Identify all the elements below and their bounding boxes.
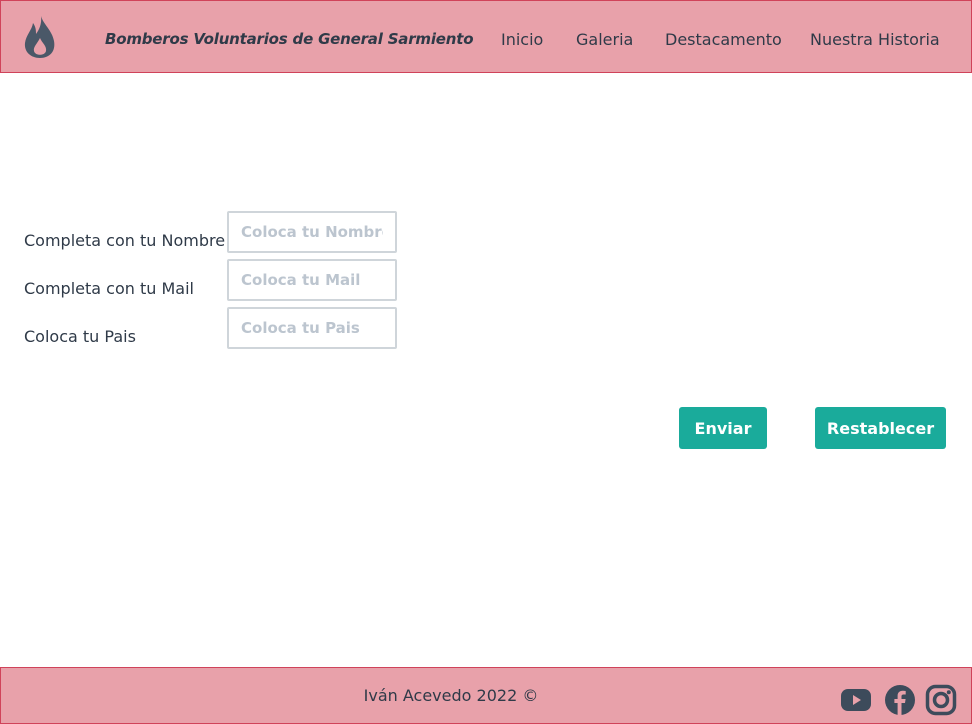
flame-icon[interactable] [23,15,57,59]
form-row-mail: Completa con tu Mail [0,259,972,301]
mail-input[interactable] [227,259,397,301]
nombre-label: Completa con tu Nombre [24,231,226,250]
form-row-pais: Coloca tu Pais [0,307,972,349]
mail-label: Completa con tu Mail [24,279,194,298]
reset-button[interactable]: Restablecer [815,407,946,449]
nav-galeria[interactable]: Galeria [576,30,633,49]
instagram-icon[interactable] [925,684,957,716]
site-title: Bomberos Voluntarios de General Sarmient… [105,30,474,48]
youtube-icon[interactable] [840,684,872,716]
facebook-icon[interactable] [884,684,916,716]
form-row-nombre: Completa con tu Nombre [0,211,972,253]
copyright-text: Iván Acevedo 2022 © [363,686,539,705]
nav-nuestra-historia[interactable]: Nuestra Historia [810,30,940,49]
pais-input[interactable] [227,307,397,349]
nav-inicio[interactable]: Inicio [501,30,543,49]
site-header: Bomberos Voluntarios de General Sarmient… [0,0,972,73]
submit-button[interactable]: Enviar [679,407,767,449]
pais-label: Coloca tu Pais [24,327,136,346]
nombre-input[interactable] [227,211,397,253]
site-footer: Iván Acevedo 2022 © [0,667,972,724]
nav-destacamento[interactable]: Destacamento [665,30,782,49]
